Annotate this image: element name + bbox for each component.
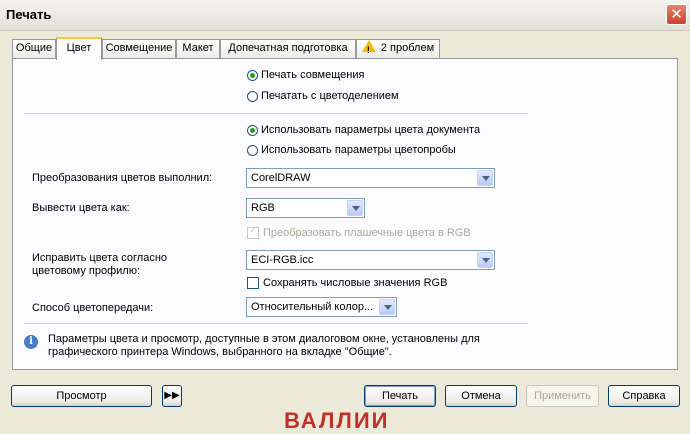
window-title: Печать <box>6 7 52 22</box>
profile-label-1: Исправить цвета согласно <box>32 252 168 264</box>
close-button[interactable]: ✕ <box>666 4 687 25</box>
output-as-select[interactable]: RGB <box>246 198 365 218</box>
double-arrow-right-icon: ▶▶ <box>164 390 180 401</box>
tab-general[interactable]: Общие <box>12 39 56 58</box>
fullscreen-preview-button[interactable]: ▶▶ <box>162 385 182 407</box>
conversion-label: Преобразования цветов выполнил: <box>32 172 213 184</box>
info-icon: i <box>24 335 38 349</box>
radio-proof-color[interactable]: Использовать параметры цветопробы <box>247 144 456 156</box>
print-dialog: Печать ✕ Общие Цвет Совмещение Макет Доп… <box>0 0 690 433</box>
conversion-select[interactable]: CorelDRAW <box>246 168 495 188</box>
divider <box>24 323 528 324</box>
profile-label-2: цветовому профилю: <box>32 265 140 277</box>
background-document-text: ВАЛЛИИ <box>284 408 390 433</box>
close-icon: ✕ <box>670 6 683 23</box>
rendering-select[interactable]: Относительный колор... <box>246 297 397 317</box>
radio-document-color[interactable]: Использовать параметры цвета документа <box>247 124 480 136</box>
print-button[interactable]: Печать <box>364 385 436 407</box>
tab-color[interactable]: Цвет <box>56 37 102 60</box>
tab-registration[interactable]: Совмещение <box>102 39 176 58</box>
help-button[interactable]: Справка <box>608 385 680 407</box>
rendering-label: Способ цветопередачи: <box>32 302 154 314</box>
cancel-button[interactable]: Отмена <box>445 385 517 407</box>
chevron-down-icon <box>477 252 493 268</box>
info-text-1: Параметры цвета и просмотр, доступные в … <box>48 333 480 345</box>
chevron-down-icon <box>379 299 395 315</box>
title-bar: Печать ✕ <box>0 0 690 31</box>
convert-spot-checkbox[interactable]: Преобразовать плашечные цвета в RGB <box>247 225 471 239</box>
chevron-down-icon <box>347 200 363 216</box>
divider <box>24 113 528 114</box>
radio-composite[interactable]: Печать совмещения <box>247 69 364 81</box>
tab-prepress[interactable]: Допечатная подготовка <box>220 39 356 58</box>
warning-icon: ! <box>361 40 376 55</box>
tab-issues[interactable]: ! 2 проблем <box>356 39 440 58</box>
info-text-2: графического принтера Windows, выбранног… <box>48 346 392 358</box>
preserve-rgb-checkbox[interactable]: Сохранять числовые значения RGB <box>247 277 447 289</box>
profile-select[interactable]: ECI-RGB.icc <box>246 250 495 270</box>
apply-button[interactable]: Применить <box>526 385 599 407</box>
preview-button[interactable]: Просмотр <box>11 385 152 407</box>
tab-layout[interactable]: Макет <box>176 39 220 58</box>
output-as-label: Вывести цвета как: <box>32 202 130 214</box>
chevron-down-icon <box>477 170 493 186</box>
radio-separations[interactable]: Печатать с цветоделением <box>247 90 399 102</box>
